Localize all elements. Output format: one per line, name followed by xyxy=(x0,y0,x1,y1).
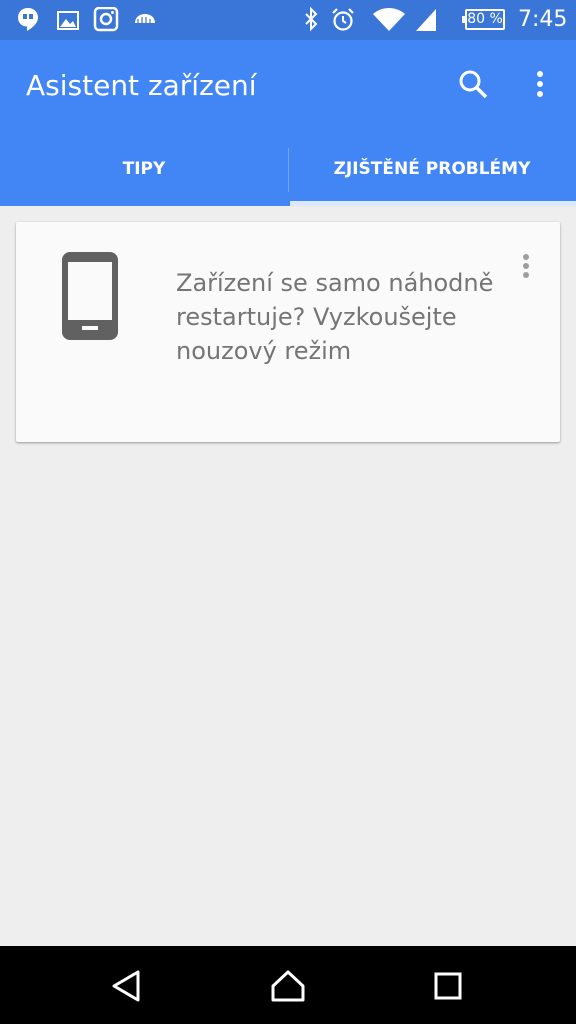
status-bar: 80 % 7:45 xyxy=(0,0,576,40)
wifi-icon xyxy=(373,8,405,31)
gallery-icon xyxy=(57,11,79,30)
alarm-icon xyxy=(332,8,354,31)
app-bar: Asistent zařízení xyxy=(0,40,576,132)
phone-icon xyxy=(62,252,118,340)
navigation-bar xyxy=(0,946,576,1024)
issue-card-text: Zařízení se samo náhodně restartuje? Vyz… xyxy=(176,269,494,365)
back-icon[interactable] xyxy=(108,966,148,1006)
page-title: Asistent zařízení xyxy=(26,69,257,102)
cloud-icon xyxy=(135,14,155,23)
signal-icon xyxy=(416,9,436,31)
card-more-vert-icon[interactable] xyxy=(516,252,536,282)
tab-tipy[interactable]: TIPY xyxy=(0,132,288,206)
hangouts-icon xyxy=(18,8,38,31)
home-icon[interactable] xyxy=(268,966,308,1006)
tab-divider xyxy=(288,148,289,192)
bluetooth-icon xyxy=(305,7,318,32)
instagram-icon xyxy=(93,7,119,32)
tab-indicator xyxy=(290,201,576,206)
clock-time: 7:45 xyxy=(518,7,568,32)
screen: 80 % 7:45 Asistent zařízení TIPY ZJIŠTĚN… xyxy=(0,0,576,1024)
search-icon[interactable] xyxy=(457,68,489,100)
more-vert-icon[interactable] xyxy=(524,68,556,100)
tab-zjistene-problemy[interactable]: ZJIŠTĚNÉ PROBLÉMY xyxy=(288,132,576,206)
recents-icon[interactable] xyxy=(428,966,468,1006)
issue-card[interactable]: Zařízení se samo náhodně restartuje? Vyz… xyxy=(16,222,560,442)
battery-icon: 80 % xyxy=(462,9,505,30)
